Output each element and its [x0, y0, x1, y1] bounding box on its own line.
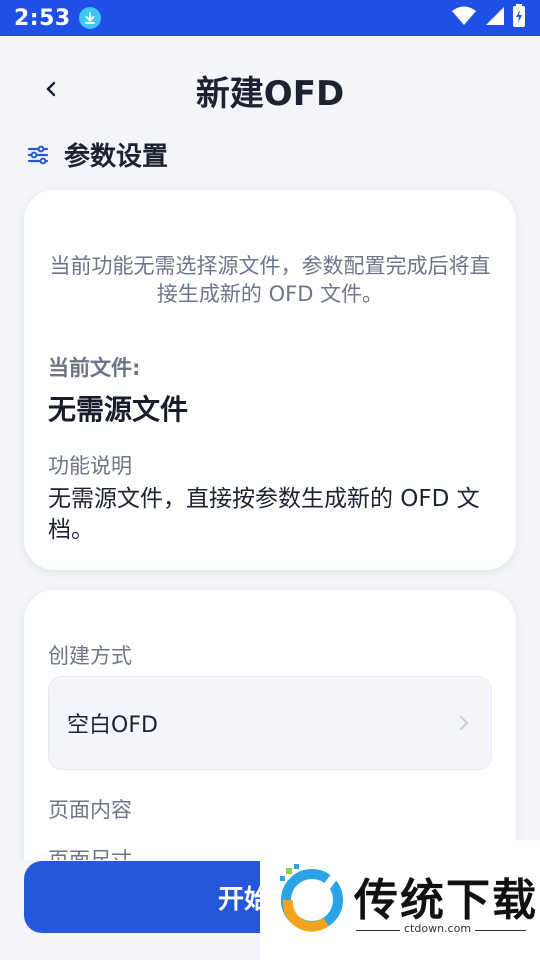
chevron-right-icon — [459, 715, 469, 731]
signal-icon — [484, 6, 504, 30]
create-mode-label: 创建方式 — [48, 644, 132, 668]
watermark-url: ctdown.com — [400, 922, 476, 935]
section-title: 参数设置 — [64, 142, 169, 172]
function-label: 功能说明 — [48, 454, 132, 478]
status-time: 2:53 — [14, 5, 71, 31]
download-icon — [78, 7, 101, 29]
page-title: 新建OFD — [195, 74, 345, 114]
create-mode-value: 空白OFD — [67, 713, 158, 738]
current-file-label: 当前文件: — [48, 356, 141, 380]
section-heading: 参数设置 — [26, 136, 168, 173]
intro-text: 当前功能无需选择源文件，参数配置完成后将直接生成新的 OFD 文件。 — [49, 254, 491, 306]
current-file-value: 无需源文件 — [48, 393, 189, 426]
info-card: 当前功能无需选择源文件，参数配置完成后将直接生成新的 OFD 文件。 当前文件:… — [24, 190, 516, 570]
battery-charging-icon — [512, 4, 526, 32]
page-content-label: 页面内容 — [48, 798, 132, 822]
wifi-icon — [452, 6, 476, 30]
create-mode-select[interactable]: 空白OFD — [48, 676, 492, 770]
watermark-text: 传统下载 — [354, 875, 538, 926]
sliders-icon — [27, 145, 49, 164]
status-bar: 2:53 — [0, 0, 540, 36]
watermark-logo-icon — [280, 864, 343, 932]
function-description: 无需源文件，直接按参数生成新的 OFD 文档。 — [48, 486, 480, 543]
watermark: 传统下载 ctdown.com — [260, 840, 540, 960]
